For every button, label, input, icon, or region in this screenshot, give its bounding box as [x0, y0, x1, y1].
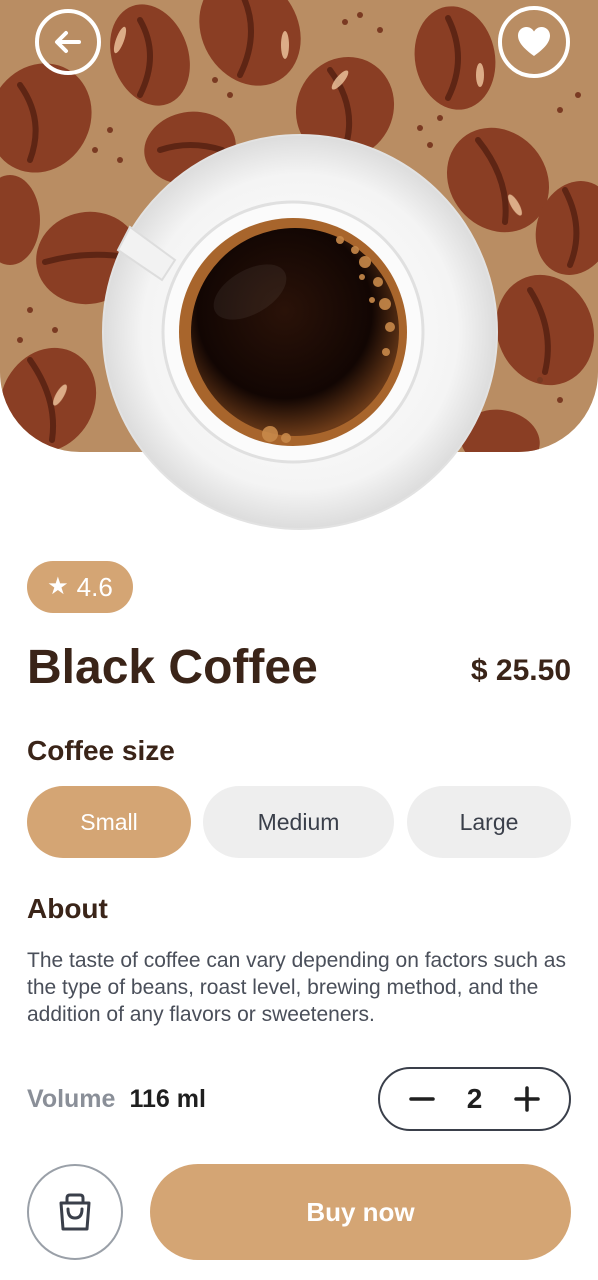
size-option-large[interactable]: Large [407, 786, 571, 858]
size-selector: Small Medium Large [27, 786, 571, 858]
coffee-size-heading: Coffee size [27, 735, 175, 766]
minus-icon [409, 1097, 435, 1101]
favorite-button[interactable] [498, 6, 570, 78]
product-price: $ 25.50 [470, 654, 571, 687]
buy-now-button[interactable]: Buy now [150, 1164, 571, 1260]
about-description: The taste of coffee can vary depending o… [27, 949, 566, 1026]
add-to-cart-button[interactable] [27, 1164, 123, 1260]
volume-info: Volume 116 ml [27, 1085, 206, 1114]
rating-value: 4.6 [76, 571, 113, 602]
star-icon: ★ [47, 573, 69, 600]
plus-icon [514, 1086, 540, 1112]
size-option-medium[interactable]: Medium [203, 786, 394, 858]
decrease-quantity-button[interactable] [408, 1085, 436, 1113]
increase-quantity-button[interactable] [513, 1085, 541, 1113]
arrow-left-icon [55, 31, 81, 53]
size-option-small[interactable]: Small [27, 786, 191, 858]
volume-label: Volume [27, 1085, 116, 1113]
heart-icon [518, 27, 550, 56]
product-title: Black Coffee [27, 641, 318, 694]
about-heading: About [27, 893, 108, 924]
rating-badge: ★ 4.6 [27, 561, 133, 613]
quantity-stepper: 2 [378, 1067, 571, 1131]
coffee-cup-image [100, 132, 500, 532]
back-button[interactable] [35, 9, 101, 75]
volume-value: 116 ml [129, 1085, 206, 1113]
shopping-bag-icon [59, 1193, 91, 1231]
quantity-value: 2 [466, 1083, 483, 1114]
